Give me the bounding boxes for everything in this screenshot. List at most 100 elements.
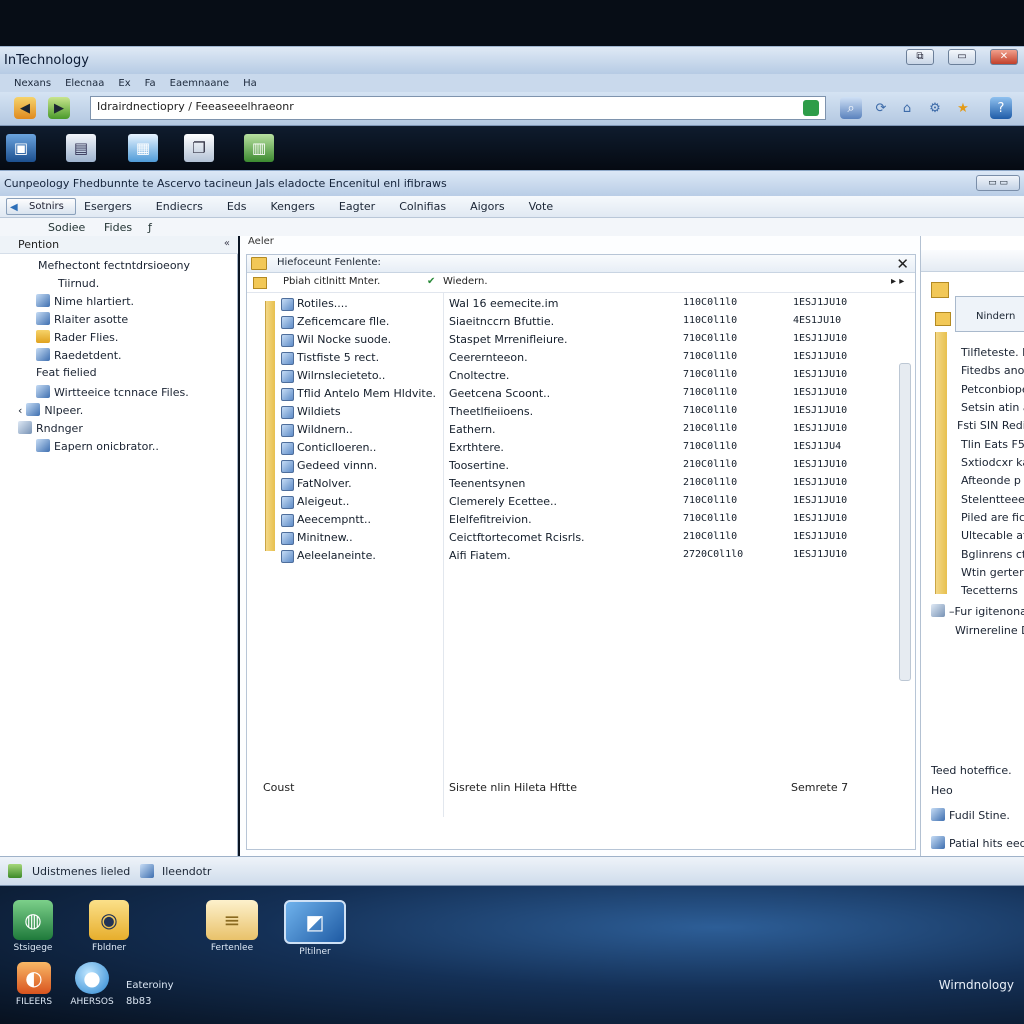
outer-menu-item[interactable]: Eaemnaane [170,78,229,89]
close-icon[interactable]: ✕ [896,255,909,273]
table-row[interactable]: Aeecempntt.. Elelfefitreivion. 710C0l1l0 1E… [247,513,907,531]
files-app-icon[interactable]: ❐ [184,134,214,162]
navigation-pane-header[interactable]: Pention « [0,236,238,254]
outer-menu-item[interactable]: Nexans [14,78,51,89]
details-item[interactable]: Setsin atin ac [961,401,1024,419]
details-footer-item[interactable]: Patial hits eed [931,836,1024,854]
outer-menu-item[interactable]: Ex [118,78,130,89]
table-row[interactable]: Aleigeut.. Clemerely Ecettee.. 710C0l1l0 1E… [247,495,907,513]
inner-menu-item[interactable]: Kengers [258,196,326,218]
details-item[interactable]: Afteonde p rec [961,474,1024,492]
details-item[interactable]: Tecetterns [961,584,1018,602]
outer-menu-item[interactable]: Ha [243,78,257,89]
address-bar[interactable]: Idrairdnectiopry / Feeaseeelhraeonr [90,96,826,120]
nav-item[interactable]: Rndnger [18,421,83,439]
outer-menu-item[interactable]: Fa [145,78,156,89]
nav-item[interactable]: Wirtteeice tcnnace Files. [36,385,189,403]
details-footer-item[interactable]: Fudil Stine. [931,808,1010,826]
nav-item[interactable]: Rlaiter asotte [36,312,128,330]
details-item[interactable]: Stelentteee to [961,493,1024,511]
column-header-name[interactable]: Pbiah citlnitt Mnter. [283,276,380,287]
back-icon[interactable]: ◀ [14,97,36,119]
forward-icon[interactable]: ▶ [48,97,70,119]
inner-window-titlebar[interactable]: Cunpeology Fhedbunnte te Ascervo tacineu… [0,170,1024,196]
table-row[interactable]: Aeleelaneinte. Aifi Fiatem. 2720C0l1l0 1ESJ… [247,549,907,567]
collapse-chevron-icon[interactable]: « [224,238,230,249]
search-icon[interactable]: ⌕ [840,97,862,119]
nav-item[interactable]: Raedetdent. [36,348,122,366]
inner-menu-item[interactable]: Aigors [458,196,517,218]
taskbar-app[interactable]: ◩ Pltilner [282,900,348,957]
expand-icon[interactable]: ‹ [18,404,22,417]
details-item[interactable]: Piled are fice [961,511,1024,529]
close-button[interactable]: ✕ [990,49,1018,65]
subbar-item[interactable]: Sodiee [48,221,85,234]
table-row[interactable]: Wilrnslecieteto.. Cnoltectre. 710C0l1l0 1ES… [247,369,907,387]
navigate-back-button[interactable]: ◀ Sotnirs [6,198,76,215]
sync-icon[interactable]: ⟳ [870,97,892,119]
help-icon[interactable]: ? [990,97,1012,119]
taskbar-app[interactable]: ≡ Fertenlee [200,900,264,953]
taskbar-app[interactable]: ◍ Stsigege [8,900,58,953]
inner-menu-item[interactable]: Endiecrs [144,196,215,218]
table-row[interactable]: Tistfiste 5 rect. Ceerernteeon. 710C0l1l0 1… [247,351,907,369]
taskbar-app[interactable]: ◐ FILEERS [10,962,58,1007]
details-item[interactable]: Fsti SIN Redi [957,419,1024,437]
tools-icon[interactable]: ⚙ [924,97,946,119]
details-card[interactable]: Nindern [955,296,1024,332]
details-item[interactable]: Sxtiodcxr kan [961,456,1024,474]
document-app-icon[interactable]: ▤ [66,134,96,162]
details-item[interactable]: Fitedbs anoatr [961,364,1024,382]
details-item[interactable]: Bglinrens ctu [961,548,1024,566]
details-item[interactable]: Tlin Eats F5 [961,438,1024,456]
filter-icon[interactable]: ✔ [427,276,435,287]
details-item[interactable]: Wirnereline D [955,624,1024,642]
table-row[interactable]: Wildnern.. Eathern. 210C0l1l0 1ESJ1JU10 [247,423,907,441]
table-row[interactable]: Rotiles.... Wal 16 eemecite.im 110C0l1l0 1E… [247,297,907,315]
refresh-icon[interactable] [803,100,819,116]
taskbar-app[interactable]: ◉ Fbldner [82,900,136,953]
table-row[interactable]: Wildiets Theetlfieiioens. 710C0l1l0 1ESJ1JU… [247,405,907,423]
nav-item[interactable]: Nime hlartiert. [36,294,134,312]
vertical-scrollbar[interactable] [899,363,911,681]
table-row[interactable]: Tflid Antelo Mem Hldvite. Geetcena Scoont… [247,387,907,405]
table-row[interactable]: Zeficemcare flle. Siaeitnccrn Bfuttie. 110… [247,315,907,333]
nav-item[interactable]: Tiirnud. [58,277,99,295]
nav-item[interactable]: Mefhectont fectntdrsioeony [38,259,190,277]
table-row[interactable]: Conticlloeren.. Exrthtere. 710C0l1l0 1ESJ1J… [247,441,907,459]
star-icon[interactable]: ★ [952,97,974,119]
chart-app-icon[interactable]: ▥ [244,134,274,162]
table-row[interactable]: FatNolver. Teenentsynen 210C0l1l0 1ESJ1JU10 [247,477,907,495]
database-app-icon[interactable]: ▦ [128,134,158,162]
inner-menu-item[interactable]: Eagter [327,196,387,218]
inner-menu-item[interactable]: Eds [215,196,259,218]
nav-item[interactable]: Eapern onicbrator.. [36,439,159,457]
details-item[interactable]: –Fur igitenonal [931,604,1024,622]
nav-item[interactable]: Feat fielied [36,366,97,384]
column-options-icon[interactable]: ▸ ▸ [891,276,904,287]
nav-item[interactable]: Rader Flies. [36,330,118,348]
monitor-app-icon[interactable]: ▣ [6,134,36,162]
outer-menu-item[interactable]: Elecnaa [65,78,104,89]
table-row[interactable]: Gedeed vinnn. Toosertine. 210C0l1l0 1ESJ1JU… [247,459,907,477]
maximize-button[interactable]: ▭ [948,49,976,65]
taskbar-app[interactable]: ● AHERSOS [68,962,116,1007]
table-row[interactable]: Minitnew.. Ceictftortecomet Rcisrls. 210C0… [247,531,907,549]
details-item[interactable]: Tilfleteste. Neret [961,346,1024,364]
details-item[interactable]: Petconbioper [961,383,1024,401]
details-item[interactable]: Ultecable aflr [961,529,1024,547]
table-row[interactable]: Wil Nocke suode. Staspet Mrrenifleiure. 71… [247,333,907,351]
nav-item[interactable]: ‹ Nlpeer. [18,403,83,421]
row-description: Clemerely Ecettee.. [449,495,558,508]
details-item[interactable]: Wtin gerter [961,566,1024,584]
minimize-button[interactable]: ⧉ [906,49,934,65]
restore-button[interactable]: ▭ ▭ [976,175,1020,191]
subbar-item[interactable]: Fides [104,221,132,234]
column-header-description[interactable]: Wiedern. [443,276,488,287]
outer-window-titlebar[interactable]: InTechnology ⧉ ▭ ✕ [0,46,1024,74]
inner-menu-item[interactable]: Esergers [72,196,144,218]
inner-menu-item[interactable]: Vote [517,196,565,218]
subbar-item[interactable]: ƒ [148,221,152,234]
inner-menu-item[interactable]: Colnifias [387,196,458,218]
home-icon[interactable]: ⌂ [896,97,918,119]
